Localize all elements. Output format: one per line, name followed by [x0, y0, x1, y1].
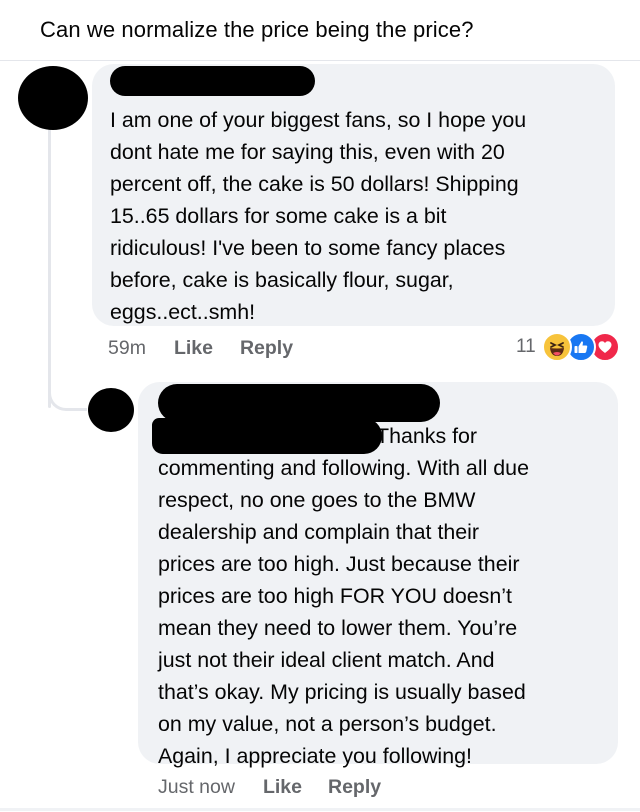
reply-thread-line [48, 96, 51, 408]
reply-text: Thanks for commenting and following. Wit… [158, 424, 529, 768]
commenter-avatar-redacted[interactable] [18, 66, 88, 130]
haha-icon [541, 332, 572, 362]
reply-thread-connector [48, 376, 87, 411]
reply-text-redacted [152, 418, 382, 454]
replier-avatar-redacted[interactable] [88, 388, 134, 432]
reaction-count: 11 [516, 336, 536, 357]
comment-actions: 59m Like Reply [108, 336, 293, 360]
reply-button[interactable]: Reply [328, 776, 381, 799]
reaction-summary[interactable]: 11 [516, 332, 620, 362]
comment-text: I am one of your biggest fans, so I hope… [110, 108, 527, 324]
like-button[interactable]: Like [263, 776, 302, 799]
like-button[interactable]: Like [174, 337, 213, 360]
reply-timestamp[interactable]: Just now [158, 776, 235, 799]
comment-timestamp[interactable]: 59m [108, 337, 146, 360]
replier-name-redacted[interactable] [158, 384, 440, 422]
commenter-name-redacted[interactable] [110, 66, 315, 96]
reply-actions: Just now Like Reply [158, 775, 381, 799]
post-title: Can we normalize the price being the pri… [0, 0, 640, 60]
reply-button[interactable]: Reply [240, 337, 293, 360]
